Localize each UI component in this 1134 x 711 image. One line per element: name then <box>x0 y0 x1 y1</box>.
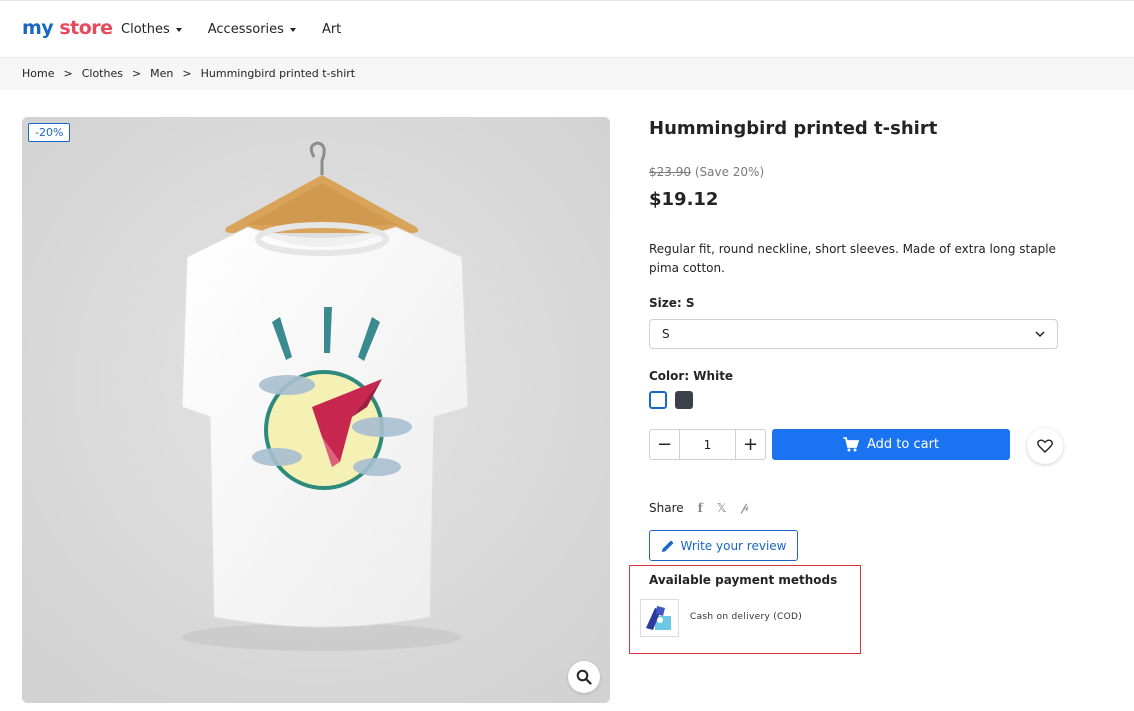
facebook-icon[interactable]: f <box>698 501 703 515</box>
payment-methods-title: Available payment methods <box>649 573 838 587</box>
size-value: S <box>662 327 670 341</box>
save-text: (Save 20%) <box>694 165 765 179</box>
size-select[interactable]: S <box>649 319 1058 349</box>
breadcrumb-current: Hummingbird printed t-shirt <box>200 67 356 80</box>
payment-method-cod: Cash on delivery (COD) <box>690 612 803 622</box>
color-swatch-white[interactable] <box>649 391 667 409</box>
breadcrumb: Home > Clothes > Men > Hummingbird print… <box>22 67 356 80</box>
breadcrumb-clothes[interactable]: Clothes <box>82 67 123 80</box>
nav-accessories[interactable]: Accessories <box>208 22 296 37</box>
discount-badge: -20% <box>28 123 71 142</box>
qty-decrease-button[interactable]: − <box>650 430 679 459</box>
breadcrumb-home[interactable]: Home <box>22 67 54 80</box>
nav-clothes[interactable]: Clothes <box>121 22 182 37</box>
caret-down-icon <box>175 28 182 32</box>
write-review-button[interactable]: Write your review <box>649 530 798 561</box>
old-price-line: $23.90 (Save 20%) <box>649 165 764 179</box>
zoom-button[interactable] <box>568 661 600 693</box>
main-nav: Clothes Accessories Art <box>121 22 367 37</box>
share-label: Share <box>649 500 684 515</box>
cart-icon <box>843 437 859 452</box>
pinterest-icon[interactable]: 𝓅 <box>740 500 749 515</box>
size-label: Size: S <box>649 296 695 310</box>
tshirt-illustration <box>22 117 610 703</box>
heart-icon <box>1037 439 1053 453</box>
breadcrumb-bar: Home > Clothes > Men > Hummingbird print… <box>0 58 1134 90</box>
store-logo[interactable]: my store <box>22 17 113 39</box>
nav-art[interactable]: Art <box>322 22 341 37</box>
site-header: my store Clothes Accessories Art <box>0 0 1134 58</box>
product-description: Regular fit, round neckline, short sleev… <box>649 242 1056 275</box>
qty-increase-button[interactable]: + <box>736 430 765 459</box>
pencil-icon <box>661 540 673 552</box>
x-twitter-icon[interactable]: 𝕏 <box>717 501 727 515</box>
quantity-stepper: − 1 + <box>649 429 766 460</box>
caret-down-icon <box>289 28 296 32</box>
payment-methods-box: Available payment methods Cash on delive… <box>629 565 861 654</box>
current-price: $19.12 <box>649 189 719 210</box>
breadcrumb-men[interactable]: Men <box>150 67 173 80</box>
product-title: Hummingbird printed t-shirt <box>649 118 938 139</box>
cod-icon <box>640 599 679 637</box>
share-section: Share f 𝕏 𝓅 <box>649 500 749 515</box>
search-icon <box>576 669 592 685</box>
qty-input[interactable]: 1 <box>679 430 736 459</box>
color-label: Color: White <box>649 369 734 383</box>
old-price: $23.90 <box>649 165 691 179</box>
add-to-cart-button[interactable]: Add to cart <box>772 429 1010 460</box>
color-swatch-dark[interactable] <box>675 391 693 409</box>
wishlist-button[interactable] <box>1027 428 1063 464</box>
product-image[interactable]: -20% <box>22 117 610 703</box>
chevron-down-icon <box>1035 331 1045 338</box>
